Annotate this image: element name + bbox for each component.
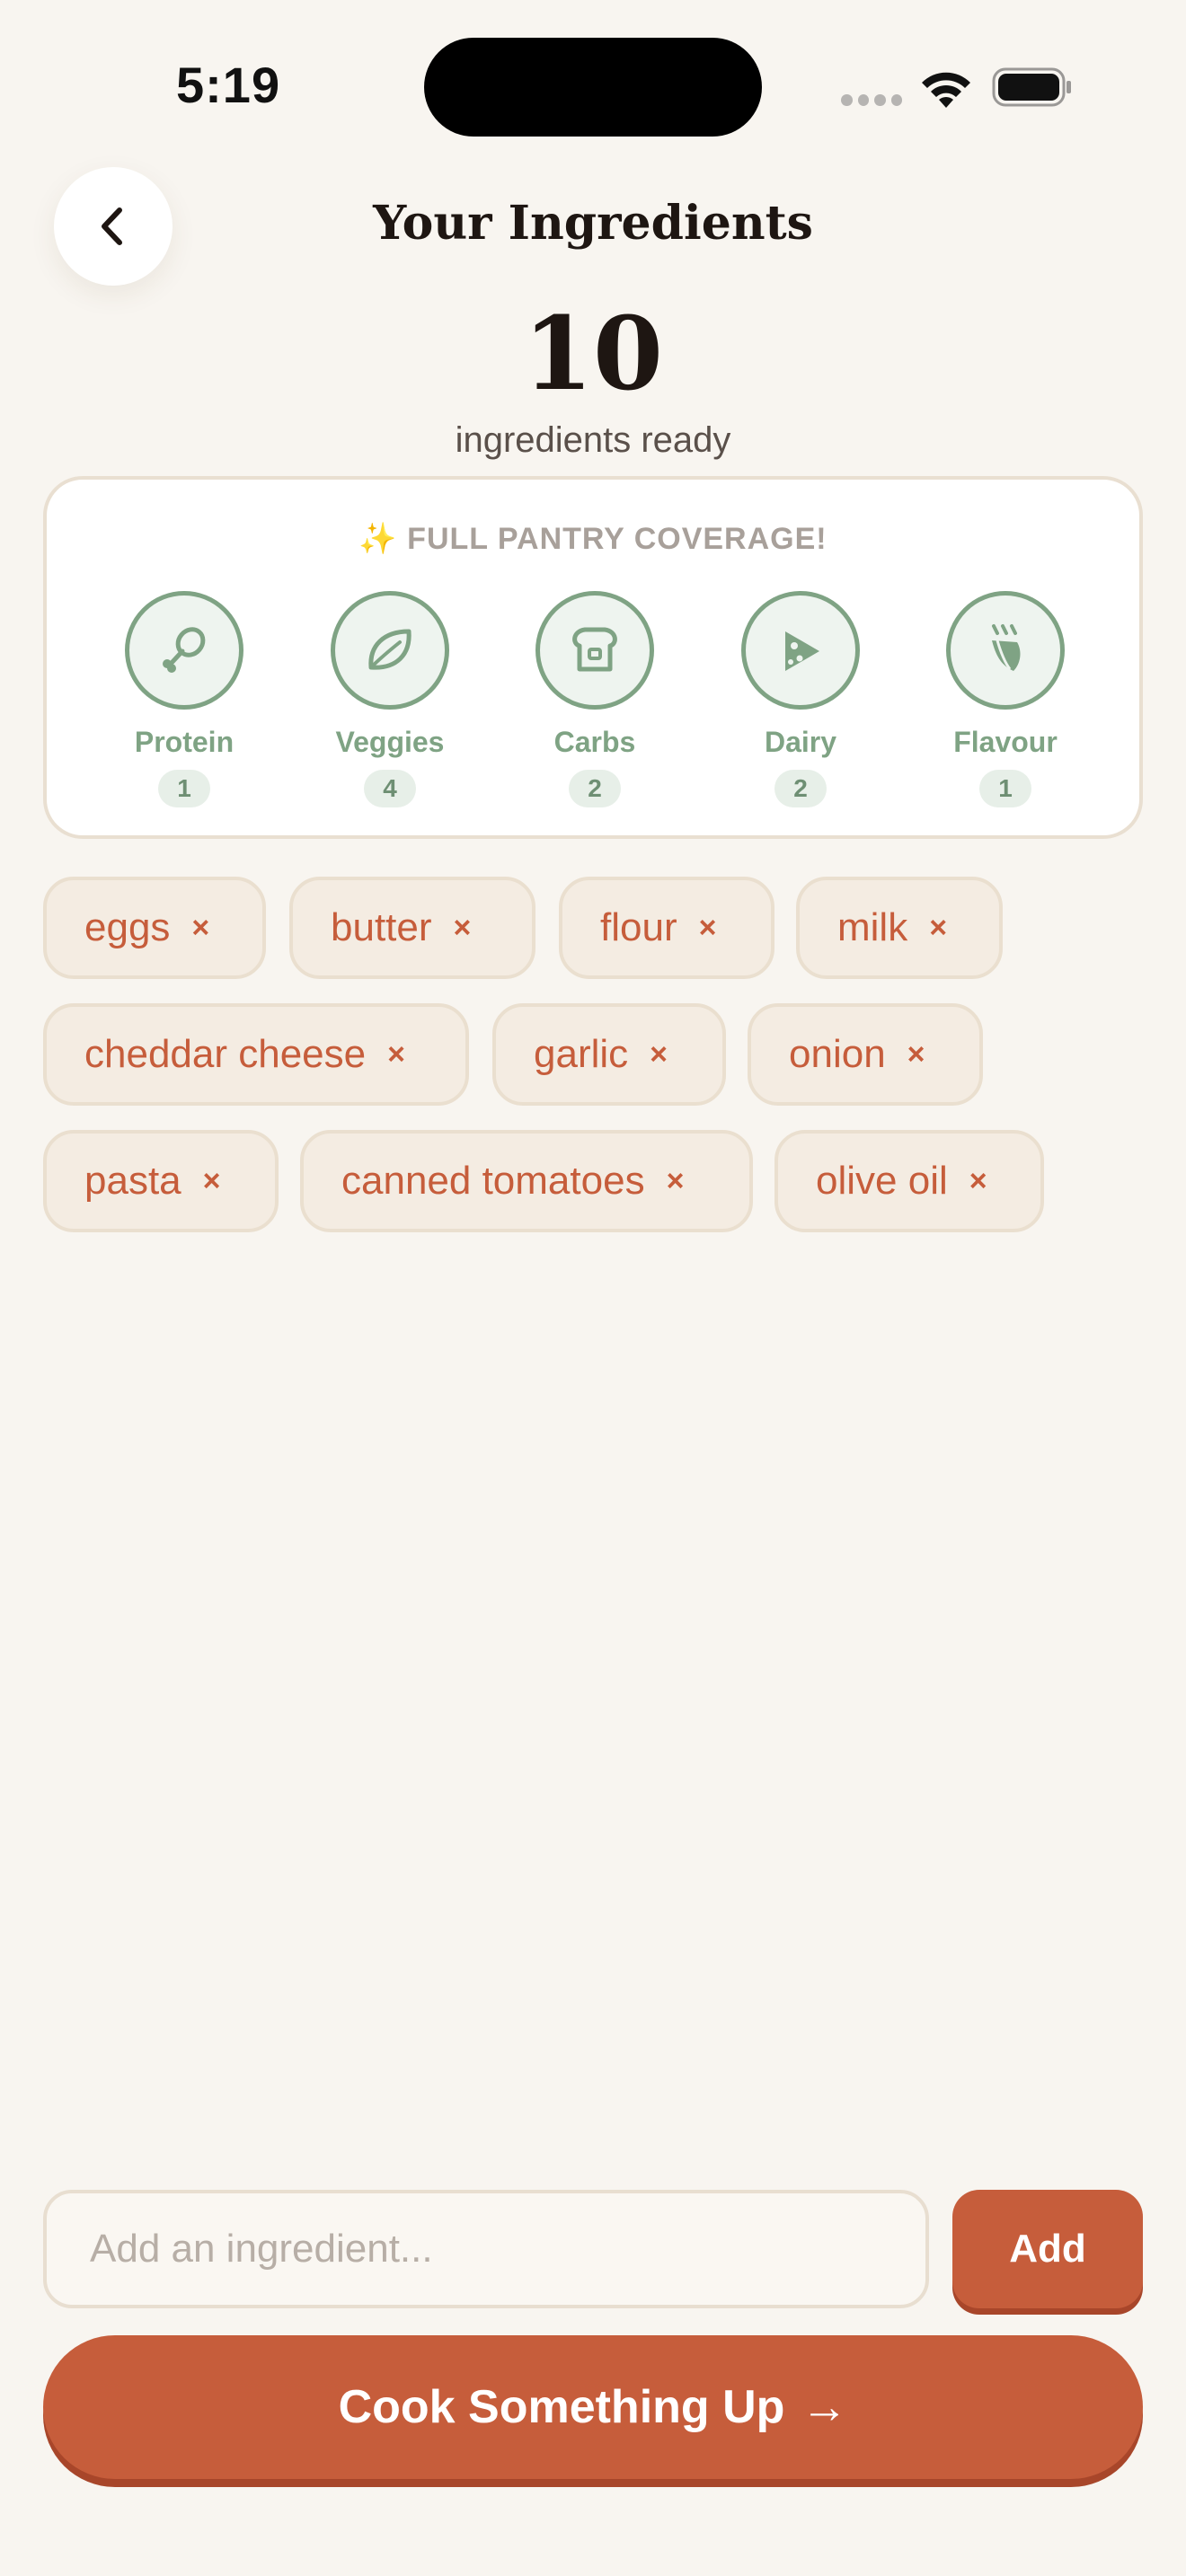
drumstick-icon <box>125 591 243 710</box>
category-name: Veggies <box>335 726 445 758</box>
ingredient-chip: onion × <box>748 1003 983 1106</box>
category-count: 2 <box>569 770 621 807</box>
remove-chip-button[interactable]: × <box>387 1039 405 1070</box>
chip-label: olive oil <box>816 1159 948 1203</box>
app-screen: 5:19 Your Ingredients 10 ingredients rea… <box>0 0 1186 2576</box>
ingredient-chip: butter × <box>289 877 535 979</box>
coverage-heading: ✨ FULL PANTRY COVERAGE! <box>358 522 828 556</box>
category-carbs: Carbs 2 <box>505 591 685 807</box>
dynamic-island <box>424 38 762 137</box>
chip-label: eggs <box>84 905 171 949</box>
ingredient-chip: pasta × <box>43 1130 279 1232</box>
ingredient-chip: garlic × <box>492 1003 726 1106</box>
remove-chip-button[interactable]: × <box>929 913 947 943</box>
cook-something-up-button[interactable]: Cook Something Up → <box>43 2335 1143 2479</box>
leaf-icon <box>331 591 449 710</box>
spice-icon <box>946 591 1065 710</box>
remove-chip-button[interactable]: × <box>191 913 209 943</box>
ingredient-count-label: ingredients ready <box>455 420 731 460</box>
ingredient-chip: cheddar cheese × <box>43 1003 469 1106</box>
remove-chip-button[interactable]: × <box>203 1166 221 1196</box>
cook-button-label: Cook Something Up <box>338 2381 785 2433</box>
category-dairy: Dairy 2 <box>711 591 890 807</box>
remove-chip-button[interactable]: × <box>699 913 717 943</box>
category-name: Dairy <box>764 726 837 758</box>
chip-label: garlic <box>534 1032 629 1076</box>
chip-label: onion <box>789 1032 886 1076</box>
remove-chip-button[interactable]: × <box>650 1039 668 1070</box>
category-protein: Protein 1 <box>94 591 274 807</box>
chip-label: canned tomatoes <box>341 1159 645 1203</box>
page-title: Your Ingredients <box>373 196 813 251</box>
arrow-right-icon: → <box>801 2381 848 2433</box>
ingredient-count: 10 <box>523 296 663 413</box>
pantry-coverage-card: ✨ FULL PANTRY COVERAGE! Protein 1 Veggie… <box>43 476 1143 839</box>
add-ingredient-input[interactable] <box>43 2190 929 2308</box>
status-time: 5:19 <box>176 57 281 113</box>
ingredient-chip: olive oil × <box>774 1130 1044 1232</box>
category-name: Flavour <box>953 726 1058 758</box>
cellular-signal-icon <box>841 94 902 107</box>
ingredient-chip: eggs × <box>43 877 266 979</box>
category-count: 1 <box>979 770 1031 807</box>
chip-label: butter <box>331 905 432 949</box>
remove-chip-button[interactable]: × <box>454 913 472 943</box>
chip-label: pasta <box>84 1159 181 1203</box>
chip-label: flour <box>600 905 677 949</box>
category-veggies: Veggies 4 <box>300 591 480 807</box>
category-name: Protein <box>134 726 235 758</box>
chip-label: cheddar cheese <box>84 1032 367 1076</box>
ingredient-chip: canned tomatoes × <box>300 1130 753 1232</box>
ingredient-chip: milk × <box>796 877 1003 979</box>
category-flavour: Flavour 1 <box>916 591 1095 807</box>
category-name: Carbs <box>553 726 636 758</box>
ingredient-chip: flour × <box>559 877 774 979</box>
category-count: 2 <box>774 770 827 807</box>
bread-icon <box>535 591 654 710</box>
remove-chip-button[interactable]: × <box>969 1166 987 1196</box>
cheese-icon <box>741 591 860 710</box>
category-count: 4 <box>364 770 416 807</box>
add-ingredient-button[interactable]: Add <box>952 2190 1143 2308</box>
wifi-icon <box>922 72 970 108</box>
remove-chip-button[interactable]: × <box>667 1166 685 1196</box>
remove-chip-button[interactable]: × <box>907 1039 925 1070</box>
category-count: 1 <box>158 770 210 807</box>
battery-icon <box>992 67 1071 107</box>
chip-label: milk <box>837 905 908 949</box>
